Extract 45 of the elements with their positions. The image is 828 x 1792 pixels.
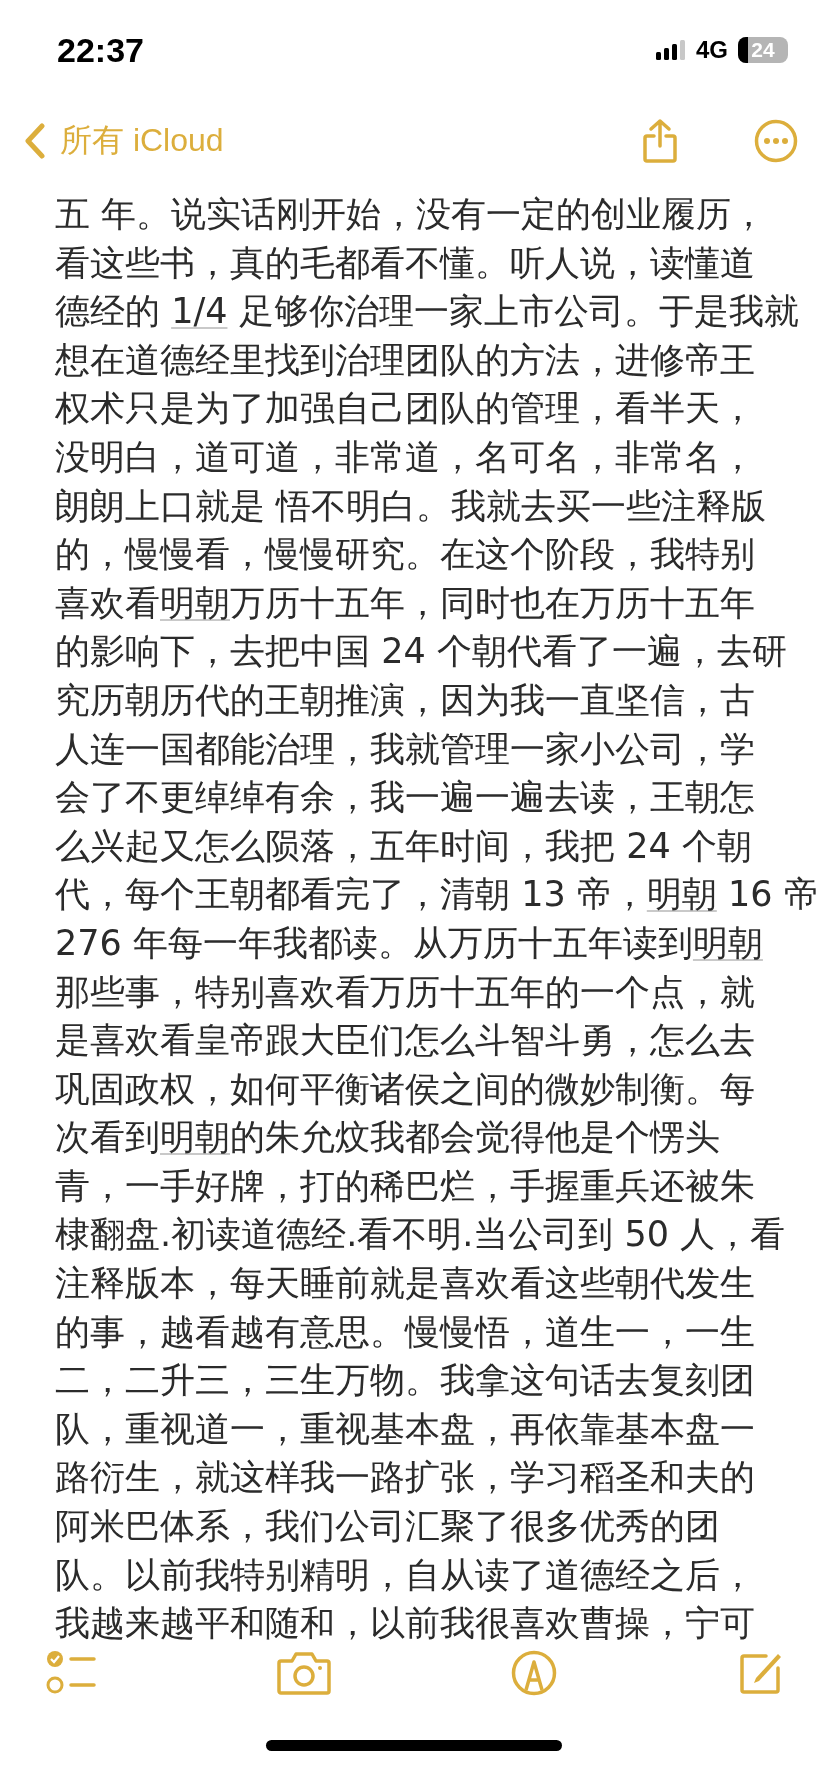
network-label: 4G <box>696 36 728 64</box>
more-icon[interactable] <box>754 119 798 163</box>
share-icon[interactable] <box>642 118 678 164</box>
note-text-line: 的影响下，去把中国 24 个朝代看了一遍，去研 <box>55 630 787 674</box>
detected-link[interactable]: 明朝 <box>692 922 763 963</box>
note-text-line: 权术只是为了加强自己团队的管理，看半天， <box>55 387 755 431</box>
note-text-line: 路衍生，就这样我一路扩张，学习稻圣和夫的 <box>55 1456 755 1500</box>
note-text-line: 朗朗上口就是 悟不明白。我就去买一些注释版 <box>55 484 767 528</box>
note-text-line: 我越来越平和随和，以前我很喜欢曹操，宁可 <box>55 1602 755 1646</box>
note-text-line: 注释版本，每天睡前就是喜欢看这些朝代发生 <box>55 1262 755 1306</box>
note-text-line: 么兴起又怎么陨落，五年时间，我把 24 个朝 <box>55 824 752 868</box>
note-text-line: 人连一国都能治理，我就管理一家小公司，学 <box>55 727 755 771</box>
note-text-line: 代，每个王朝都看完了，清朝 13 帝，明朝 16 帝 <box>55 873 819 917</box>
chevron-left-icon <box>24 123 46 159</box>
camera-icon[interactable] <box>276 1651 331 1695</box>
note-text-line: 队。以前我特别精明，自从读了道德经之后， <box>55 1553 755 1597</box>
note-text-line: 队，重视道一，重视基本盘，再依靠基本盘一 <box>55 1407 755 1451</box>
status-time: 22:37 <box>57 30 144 70</box>
note-text-line: 次看到明朝的朱允炆我都会觉得他是个愣头 <box>55 1116 720 1160</box>
note-text-line: 没明白，道可道，非常道，名可名，非常名， <box>55 435 755 479</box>
note-text-line: 会了不更绰绰有余，我一遍一遍去读，王朝怎 <box>55 776 755 820</box>
note-text-line: 喜欢看明朝万历十五年，同时也在万历十五年 <box>55 581 755 625</box>
detected-link[interactable]: 明朝 <box>160 1117 230 1158</box>
note-text-line: 那些事，特别喜欢看万历十五年的一个点，就 <box>55 970 755 1014</box>
note-text-line: 德经的 1/4 足够你治理一家上市公司。于是我就 <box>55 290 799 334</box>
note-text-line: 五 年。说实话刚开始，没有一定的创业履历， <box>55 193 767 236</box>
battery-icon: 24 <box>738 37 788 63</box>
note-text-line: 巩固政权，如何平衡诸侯之间的微妙制衡。每 <box>55 1067 755 1111</box>
note-text-line: 阿米巴体系，我们公司汇聚了很多优秀的团 <box>55 1505 720 1549</box>
checklist-icon[interactable] <box>46 1650 96 1696</box>
note-text-line: 看这些书，真的毛都看不懂。听人说，读懂道 <box>55 241 755 285</box>
note-text-line: 青，一手好牌，打的稀巴烂，手握重兵还被朱 <box>55 1164 755 1208</box>
note-text-line: 的，慢慢看，慢慢研究。在这个阶段，我特别 <box>55 533 755 577</box>
note-text-line: 是喜欢看皇帝跟大臣们怎么斗智斗勇，怎么去 <box>55 1019 755 1063</box>
detected-link[interactable]: 1/4 <box>171 291 228 332</box>
note-text-line: 276 年每一年我都读。从万历十五年读到明朝 <box>55 921 763 965</box>
signal-icon <box>656 40 686 60</box>
detected-link[interactable]: 明朝 <box>646 874 717 915</box>
markup-pen-icon[interactable] <box>511 1650 558 1696</box>
note-text-line: 想在道德经里找到治理团队的方法，进修帝王 <box>55 338 755 382</box>
note-text-line: 棣翻盘.初读道德经.看不明.当公司到 50 人，看 <box>55 1213 786 1257</box>
note-text-line: 究历朝历代的王朝推演，因为我一直坚信，古 <box>55 678 755 722</box>
note-text-line: 二，二升三，三生万物。我拿这句话去复刻团 <box>55 1359 755 1403</box>
detected-link[interactable]: 明朝 <box>160 582 230 623</box>
note-text-line: 的事，越看越有意思。慢慢悟，道生一，一生 <box>55 1310 755 1354</box>
